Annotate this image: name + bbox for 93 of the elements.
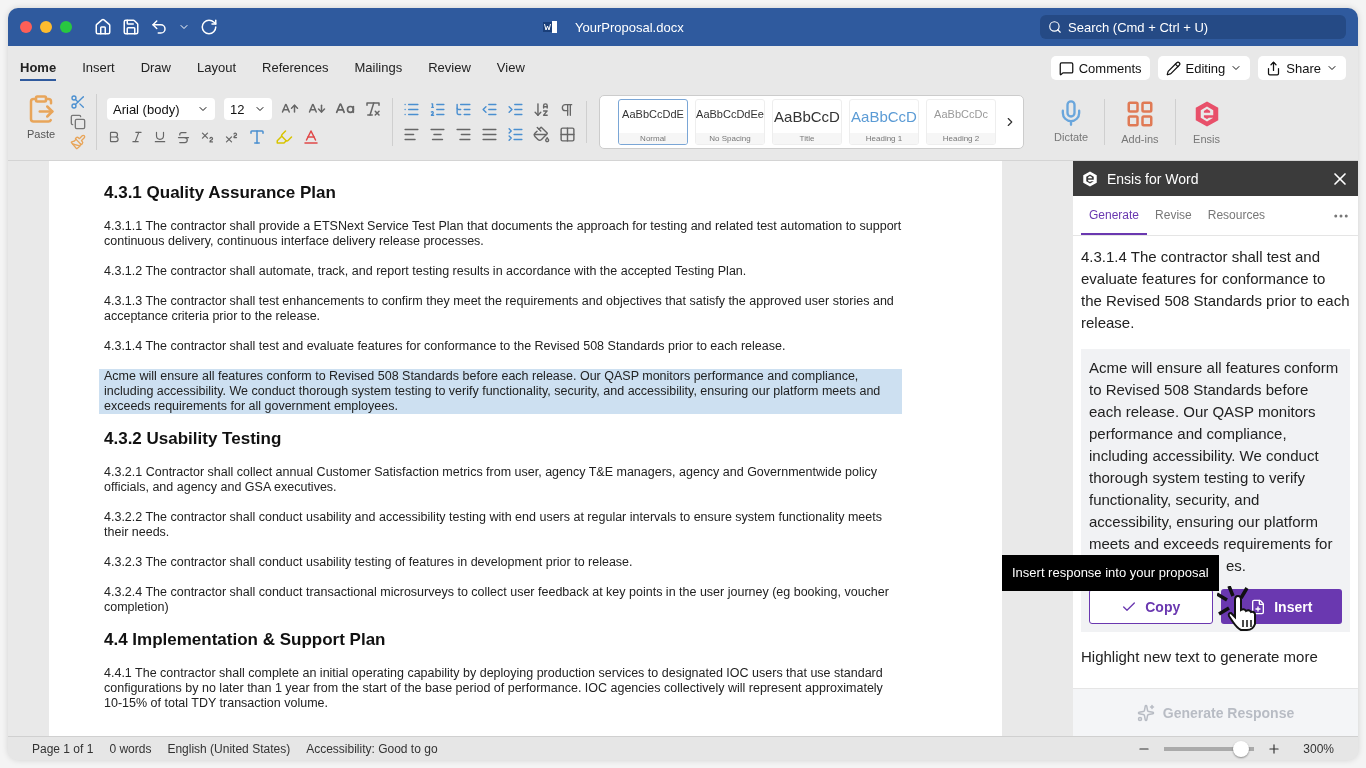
shading-icon[interactable] xyxy=(533,126,550,143)
copy-icon[interactable] xyxy=(70,114,86,130)
paragraph: 4.3.1.1 The contractor shall provide a ETSNext Service Test Plan that documents the approach for testing and related test automation to support continuous delivery, continuous interface delivery release processes. xyxy=(104,219,902,249)
numbering-icon[interactable] xyxy=(429,101,446,118)
cut-icon[interactable] xyxy=(70,94,86,110)
ensis-button[interactable]: Ensis xyxy=(1174,99,1238,145)
status-text: Accessibility: Good to go xyxy=(306,741,438,756)
font-size-dropdown[interactable]: 12 xyxy=(224,98,272,120)
ribbon-tab[interactable]: Insert xyxy=(82,55,115,81)
line-spacing-icon[interactable] xyxy=(507,126,524,143)
paragraph: 4.3.1.4 The contractor shall test and evaluate features for conformance to the Revised 508 Standards prior to each release. xyxy=(104,339,787,354)
style-card[interactable]: AaBbCcD Title xyxy=(772,99,842,145)
addins-button[interactable]: Add-ins xyxy=(1104,99,1175,145)
section-heading: 4.4 Implementation & Support Plan xyxy=(104,630,387,650)
paste-button[interactable]: Paste xyxy=(26,94,56,150)
response-text: es. xyxy=(1226,557,1246,574)
ribbon-tab[interactable]: References xyxy=(262,55,329,81)
redo-icon[interactable] xyxy=(200,18,218,36)
align-right-icon[interactable] xyxy=(455,126,472,143)
share-button[interactable]: Share xyxy=(1258,56,1346,80)
paragraph: 4.4.1 The contractor shall complete an initial operating capability by deploying production services to designated IOC users that use standard configurations by no later than 1 year from the start of the base period of performance. IOC agencies collectively will represent approximately 10-15% of total TDY transaction volume. xyxy=(104,666,884,711)
ribbon-tab[interactable]: Draw xyxy=(140,55,171,81)
pilcrow-icon[interactable] xyxy=(559,101,575,118)
bullets-icon[interactable] xyxy=(403,101,420,118)
prompt-text: 4.3.1.4 The contractor shall test and evaluate features for conformance to the Revised 508 Standards prior to each release. xyxy=(1081,247,1350,333)
undo-icon[interactable] xyxy=(150,18,168,36)
style-card[interactable]: AaBbCcDc Heading 2 xyxy=(926,99,996,145)
panel-tab[interactable]: Resources xyxy=(1199,196,1274,235)
paragraph: 4.3.1.2 The contractor shall automate, track, and report testing results in accordance with the accepted Testing Plan. xyxy=(104,264,748,279)
text-effects-icon[interactable] xyxy=(248,128,266,146)
zoom-in-icon[interactable] xyxy=(1267,741,1282,756)
subscript-icon[interactable] xyxy=(200,129,215,145)
align-left-icon[interactable] xyxy=(403,126,420,143)
highlighted-paragraph: Acme will ensure all features conform to Revised 508 Standards before each release. Our QASP monitors performance and compliance, including accessibility. We conduct thorough system testing to verify functionality, security, and accessibility, ensuring our platform meets and exceeds requirements for all government employees. xyxy=(99,369,902,414)
editing-button[interactable]: Editing xyxy=(1157,56,1251,80)
pencil-icon xyxy=(1165,60,1181,76)
copy-button[interactable]: Copy xyxy=(1089,589,1213,624)
paragraph: 4.3.2.1 Contractor shall collect annual Customer Satisfaction metrics from user, agency T&E managers, agency and Governmentwide policy officials, and agency and GSA executives. xyxy=(104,465,879,495)
hint-text: Highlight new text to generate more xyxy=(1081,647,1319,667)
ribbon-tab[interactable]: Review xyxy=(428,55,471,81)
minimize-window-button[interactable] xyxy=(40,21,52,33)
style-card[interactable]: AaBbCcDdEe No Spacing xyxy=(695,99,765,145)
status-text: 0 words xyxy=(109,741,152,756)
panel-tab[interactable]: Revise xyxy=(1147,196,1200,235)
search-icon xyxy=(1048,20,1062,34)
dictate-button[interactable]: Dictate xyxy=(1038,99,1105,145)
panel-title: Ensis for Word xyxy=(1107,170,1199,187)
strikethrough-icon[interactable] xyxy=(176,129,191,145)
ensis-logo-icon xyxy=(1081,169,1099,188)
share-icon xyxy=(1266,60,1282,76)
zoom-level-text: 300% xyxy=(1303,741,1334,756)
font-color-icon[interactable] xyxy=(302,128,320,146)
ribbon-tab[interactable]: Mailings xyxy=(354,55,403,81)
ribbon-tab[interactable]: View xyxy=(496,55,525,81)
search-field[interactable]: Search (Cmd + Ctrl + U) xyxy=(1040,15,1346,39)
decrease-indent-icon[interactable] xyxy=(481,101,498,118)
document-plus-icon xyxy=(1250,598,1267,615)
tooltip: Insert response into your proposal xyxy=(1002,555,1219,591)
multilevel-list-icon[interactable] xyxy=(455,101,472,118)
zoom-window-button[interactable] xyxy=(60,21,72,33)
borders-icon[interactable] xyxy=(559,126,576,143)
status-text: Page 1 of 1 xyxy=(32,741,94,756)
home-icon[interactable] xyxy=(94,18,112,36)
document-icon xyxy=(543,20,557,34)
font-dropdown[interactable]: Arial (body) xyxy=(107,98,215,120)
style-card[interactable]: AaBbCcDdE Normal xyxy=(618,99,688,145)
ribbon-tab[interactable]: Layout xyxy=(197,55,237,81)
underline-icon[interactable] xyxy=(153,130,167,144)
ribbon-tab[interactable]: Home xyxy=(20,55,57,81)
section-heading: 4.3.2 Usability Testing xyxy=(104,429,283,449)
status-text: English (United States) xyxy=(167,741,291,756)
italic-icon[interactable] xyxy=(130,130,144,144)
close-window-button[interactable] xyxy=(20,21,32,33)
comment-icon xyxy=(1058,60,1074,76)
increase-indent-icon[interactable] xyxy=(507,101,524,118)
paragraph: 4.3.2.3 The contractor shall conduct usability testing of features in development prior to release. xyxy=(104,555,634,570)
clear-formatting-icon[interactable] xyxy=(364,100,382,118)
sort-icon[interactable] xyxy=(533,101,550,118)
paragraph: 4.3.2.4 The contractor shall conduct transactional microsurveys to collect user feedback at key points in the user journey (eg booking, voucher completion) xyxy=(104,585,890,615)
document-title: YourProposal.docx xyxy=(575,19,684,35)
sparkles-icon xyxy=(1136,703,1155,722)
justify-icon[interactable] xyxy=(481,126,498,143)
paragraph: 4.3.2.2 The contractor shall conduct usability and accessibility testing with end users at regular intervals to ensure system functionality meets their needs. xyxy=(104,510,883,540)
style-card[interactable]: AaBbCcD Heading 1 xyxy=(849,99,919,145)
slider-thumb[interactable] xyxy=(1233,740,1250,757)
paragraph: 4.3.1.3 The contractor shall test enhancements to confirm they meet the requirements and objectives that satisfy the approved user stories and acceptance criteria prior to the release. xyxy=(104,294,895,324)
bold-icon[interactable] xyxy=(107,130,121,144)
align-center-icon[interactable] xyxy=(429,126,446,143)
save-icon[interactable] xyxy=(122,18,140,36)
superscript-icon[interactable] xyxy=(224,129,239,145)
section-heading: 4.3.1 Quality Assurance Plan xyxy=(104,183,337,203)
panel-tab[interactable]: Generate xyxy=(1081,196,1148,235)
comments-button[interactable]: Comments xyxy=(1050,56,1150,80)
